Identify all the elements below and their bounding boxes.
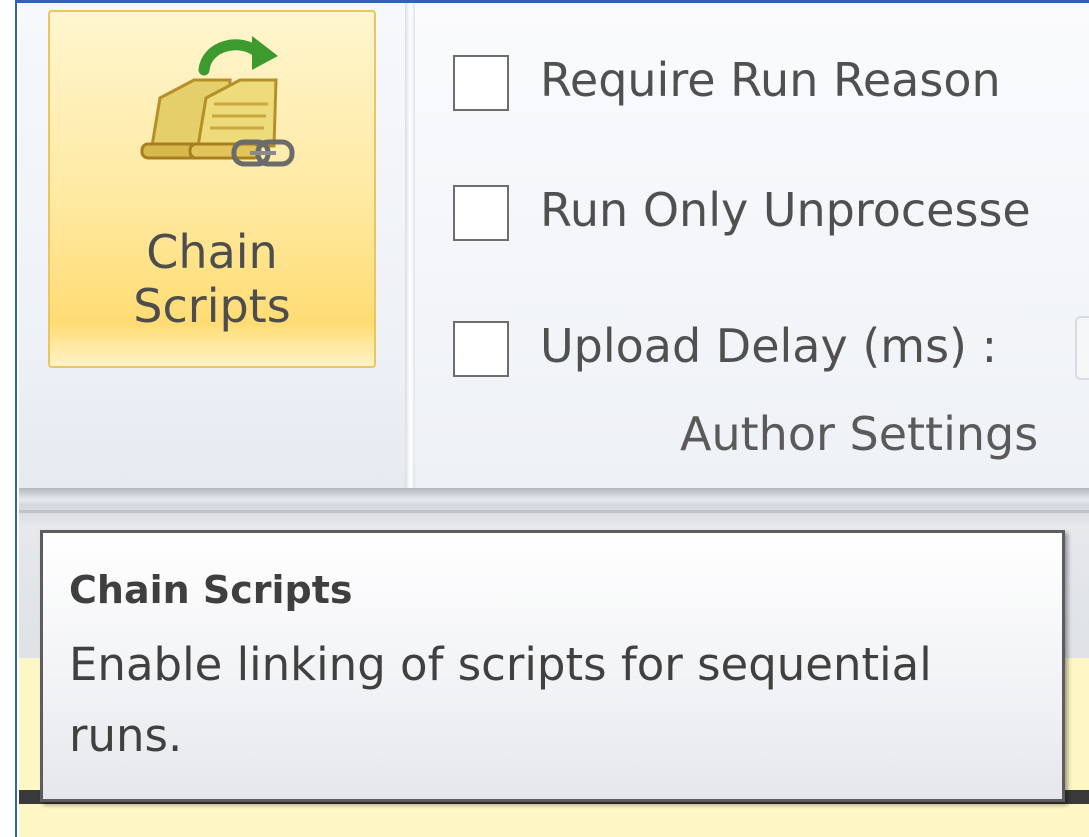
upload-delay-option[interactable]: Upload Delay (ms) :: [453, 316, 1089, 377]
run-only-unprocessed-label: Run Only Unprocesse: [540, 183, 1031, 237]
ribbon-divider: [19, 510, 1089, 513]
chain-scripts-tooltip: Chain Scripts Enable linking of scripts …: [40, 530, 1065, 802]
group-separator: [405, 3, 415, 488]
require-run-reason-option[interactable]: Require Run Reason: [453, 50, 1089, 111]
window-edge-left: [0, 0, 17, 837]
upload-delay-label: Upload Delay (ms) :: [540, 319, 998, 373]
author-settings-group-label: Author Settings: [680, 407, 1039, 461]
run-only-unprocessed-checkbox[interactable]: [453, 185, 509, 241]
upload-delay-input[interactable]: [1075, 316, 1089, 380]
chain-scripts-button[interactable]: Chain Scripts: [48, 10, 376, 368]
require-run-reason-label: Require Run Reason: [540, 53, 1001, 107]
chain-scripts-label-line2: Scripts: [133, 279, 291, 333]
chain-scripts-icon: [140, 36, 295, 167]
upload-delay-checkbox[interactable]: [453, 321, 509, 377]
tooltip-title: Chain Scripts: [69, 568, 353, 612]
chain-scripts-label-line1: Chain: [146, 225, 278, 279]
tooltip-description: Enable linking of scripts for sequential…: [69, 638, 932, 762]
run-only-unprocessed-option[interactable]: Run Only Unprocesse: [453, 180, 1089, 241]
content-area-lower: [19, 804, 1089, 837]
require-run-reason-checkbox[interactable]: [453, 55, 509, 111]
